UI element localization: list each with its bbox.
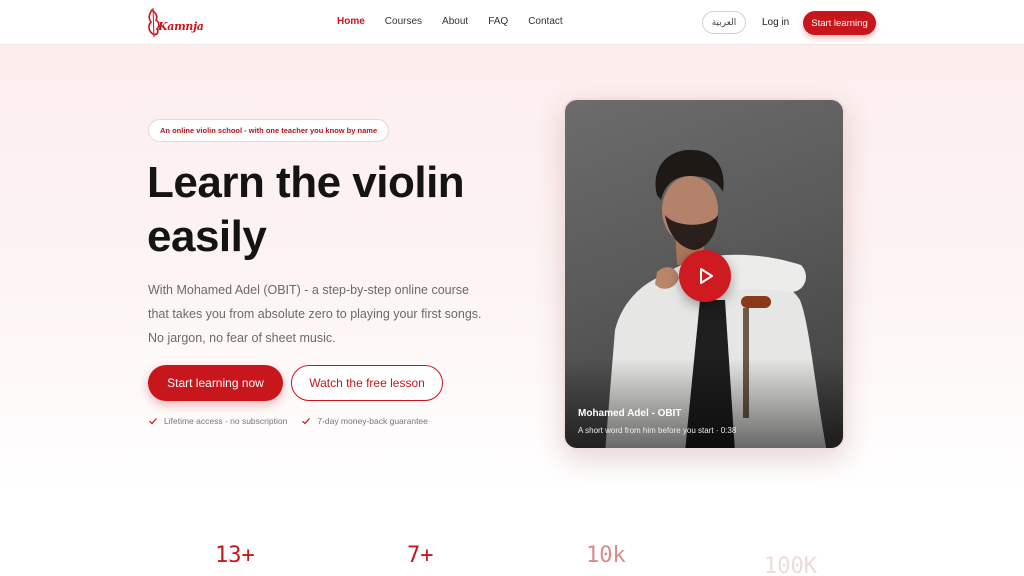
logo-wordmark: Kamnja xyxy=(158,20,204,33)
hero-headline: Learn the violin easily xyxy=(147,156,547,264)
checkmark-icon xyxy=(302,418,311,425)
main-nav: Home Courses About FAQ Contact xyxy=(337,16,583,28)
play-icon xyxy=(700,268,713,284)
stat-value: 100K xyxy=(764,554,817,576)
guarantee-list: Lifetime access - no subscription 7-day … xyxy=(148,416,428,426)
watch-free-lesson-button[interactable]: Watch the free lesson xyxy=(291,365,443,401)
play-button[interactable] xyxy=(679,250,731,302)
nav-courses[interactable]: Courses xyxy=(385,16,422,28)
language-toggle-button[interactable]: العربية xyxy=(702,11,746,34)
checkmark-icon xyxy=(149,418,157,425)
intro-video-card[interactable]: Mohamed Adel - OBIT A short word from hi… xyxy=(563,98,845,450)
check-label: 7-day money-back guarantee xyxy=(317,416,428,426)
headline-line-1: Learn the violin xyxy=(147,158,465,207)
logo[interactable]: Kamnja xyxy=(144,7,204,38)
check-item: 7-day money-back guarantee xyxy=(301,416,428,426)
stat-value: 13+ xyxy=(215,543,255,568)
video-speaker-name: Mohamed Adel - OBIT xyxy=(578,408,682,419)
start-learning-now-button[interactable]: Start learning now xyxy=(148,365,283,401)
nav-contact[interactable]: Contact xyxy=(528,16,562,28)
tagline-badge: An online violin school - with one teach… xyxy=(148,119,390,142)
nav-home[interactable]: Home xyxy=(337,16,365,28)
site-header: Kamnja Home Courses About FAQ Contact ال… xyxy=(0,0,1024,45)
video-caption: A short word from him before you start ·… xyxy=(578,426,737,435)
stat-value: 7+ xyxy=(407,543,434,568)
start-learning-button[interactable]: Start learning xyxy=(803,11,876,35)
hero-subtext: With Mohamed Adel (OBIT) - a step-by-ste… xyxy=(148,283,482,345)
login-link[interactable]: Log in xyxy=(762,17,789,28)
nav-about[interactable]: About xyxy=(442,16,468,28)
stat-value: 10k xyxy=(586,543,626,568)
nav-faq[interactable]: FAQ xyxy=(488,16,508,28)
check-label: Lifetime access - no subscription xyxy=(164,416,288,426)
check-item: Lifetime access - no subscription xyxy=(148,416,287,426)
headline-line-2: easily xyxy=(147,212,267,261)
